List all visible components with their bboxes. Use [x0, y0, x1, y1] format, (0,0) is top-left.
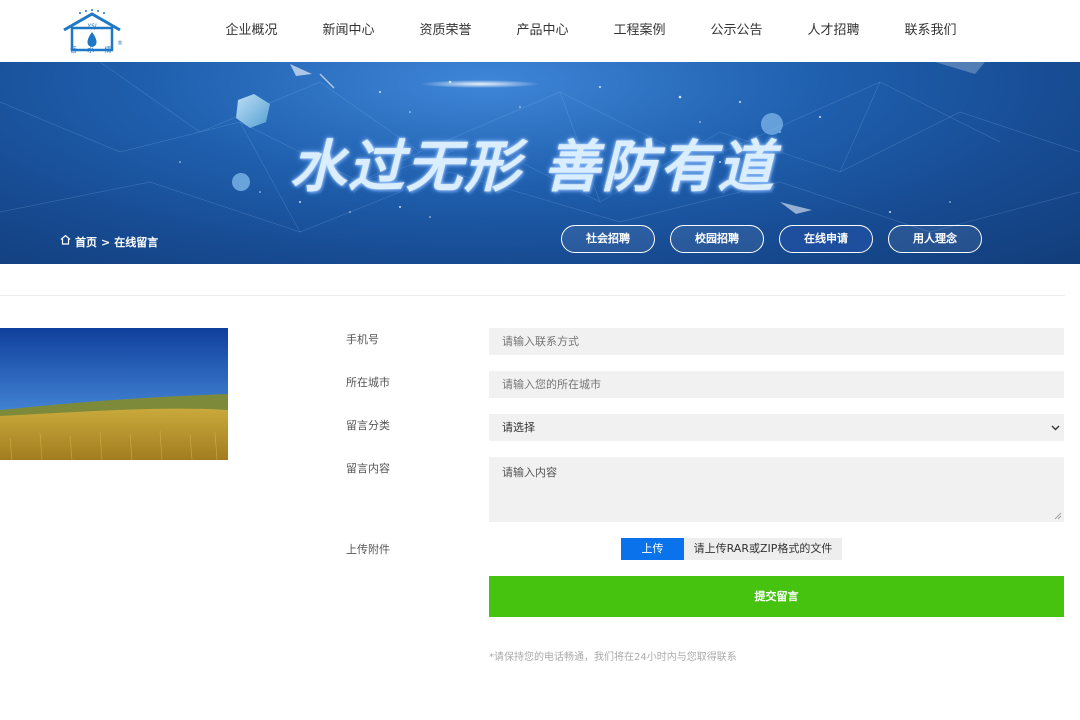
category-label: 留言分类	[346, 419, 390, 432]
upload-hint: 请上传RAR或ZIP格式的文件	[684, 538, 842, 560]
logo-abbr: YSJ	[87, 23, 96, 30]
registered-mark: ®	[117, 40, 123, 47]
breadcrumb-home[interactable]: 首页	[75, 234, 97, 250]
city-input[interactable]	[489, 371, 1064, 398]
attachment-label: 上传附件	[346, 543, 390, 556]
tab-employment-philosophy[interactable]: 用人理念	[888, 225, 982, 253]
breadcrumb-current: 在线留言	[114, 236, 159, 249]
main-nav: 企业概况 新闻中心 资质荣誉 产品中心 工程案例 公示公告 人才招聘 联系我们	[203, 0, 979, 62]
nav-item-company[interactable]: 企业概况	[203, 0, 300, 62]
phone-input[interactable]	[489, 328, 1064, 355]
submit-message-button[interactable]: 提交留言	[489, 576, 1064, 617]
nav-item-products[interactable]: 产品中心	[494, 0, 591, 62]
section-divider	[0, 295, 1065, 296]
city-label: 所在城市	[346, 376, 390, 389]
nav-item-contact[interactable]: 联系我们	[882, 0, 979, 62]
chevron-down-icon	[1051, 425, 1060, 431]
upload-button[interactable]: 上传	[621, 538, 684, 560]
nav-item-careers[interactable]: 人才招聘	[785, 0, 882, 62]
hero-banner: 水过无形 善防有道 首页 > 在线留言 社会招聘 校园招聘 在线申请 用人理念	[0, 62, 1080, 264]
content-label: 留言内容	[346, 462, 390, 475]
breadcrumb-separator: >	[101, 235, 111, 249]
nav-item-notices[interactable]: 公示公告	[688, 0, 785, 62]
tab-online-application[interactable]: 在线申请	[779, 225, 873, 253]
wheat-field-image	[0, 328, 228, 460]
sub-tabs: 社会招聘 校园招聘 在线申请 用人理念	[561, 225, 982, 253]
nav-item-news[interactable]: 新闻中心	[300, 0, 397, 62]
breadcrumb: 首页 > 在线留言	[60, 234, 158, 250]
home-icon[interactable]	[60, 234, 71, 248]
site-header: YSJ ® 音 水 情 企业概况 新闻中心 资质荣誉 产品中心 工程案例 公示公…	[0, 0, 1080, 62]
content-textarea[interactable]: 请输入内容	[489, 457, 1064, 522]
content-placeholder: 请输入内容	[502, 466, 557, 479]
banner-slogan: 水过无形 善防有道	[290, 134, 776, 200]
nav-item-honors[interactable]: 资质荣誉	[397, 0, 494, 62]
contact-note: *请保持您的电话畅通，我们将在24小时内与您取得联系	[489, 652, 737, 663]
logo-text: 音 水 情	[70, 46, 116, 54]
resize-handle-icon[interactable]	[1054, 512, 1062, 520]
nav-item-cases[interactable]: 工程案例	[591, 0, 688, 62]
tab-campus-recruitment[interactable]: 校园招聘	[670, 225, 764, 253]
category-select[interactable]: 请选择	[489, 414, 1064, 441]
tab-social-recruitment[interactable]: 社会招聘	[561, 225, 655, 253]
category-selected-value: 请选择	[502, 421, 535, 434]
phone-label: 手机号	[346, 333, 379, 346]
